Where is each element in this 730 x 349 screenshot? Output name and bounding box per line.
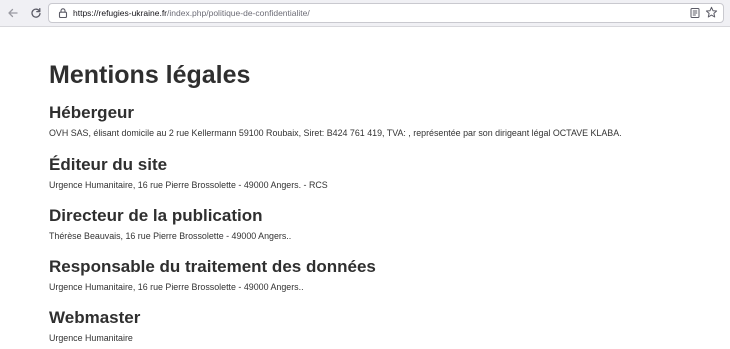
- section-heading: Webmaster: [49, 308, 141, 327]
- section-directeur: Directeur de la publication Thérèse Beau…: [49, 206, 291, 242]
- star-icon[interactable]: [705, 6, 718, 19]
- reload-button[interactable]: [27, 4, 45, 22]
- section-text: OVH SAS, élisant domicile au 2 rue Kelle…: [49, 128, 622, 138]
- arrow-left-icon: [8, 8, 18, 18]
- section-responsable: Responsable du traitement des données Ur…: [49, 257, 376, 293]
- section-heading: Directeur de la publication: [49, 206, 263, 225]
- section-heading: Hébergeur: [49, 103, 135, 122]
- reader-view-icon[interactable]: [689, 7, 701, 19]
- url-domain: https://refugies-ukraine.fr: [73, 8, 168, 18]
- url-text[interactable]: https://refugies-ukraine.fr/index.php/po…: [73, 7, 310, 19]
- section-text: Urgence Humanitaire, 16 rue Pierre Bross…: [49, 282, 304, 292]
- lock-icon[interactable]: [57, 7, 69, 19]
- section-heading: Éditeur du site: [49, 155, 168, 174]
- browser-toolbar: https://refugies-ukraine.fr/index.php/po…: [0, 0, 730, 27]
- address-bar[interactable]: https://refugies-ukraine.fr/index.php/po…: [48, 3, 724, 23]
- section-text: Thérèse Beauvais, 16 rue Pierre Brossole…: [49, 231, 292, 241]
- page-content: Mentions légales Hébergeur OVH SAS, élis…: [49, 60, 719, 343]
- back-button[interactable]: [4, 4, 22, 22]
- section-webmaster: Webmaster Urgence Humanitaire: [49, 308, 140, 344]
- section-editeur: Éditeur du site Urgence Humanitaire, 16 …: [49, 155, 328, 191]
- section-hebergeur: Hébergeur OVH SAS, élisant domicile au 2…: [49, 103, 622, 139]
- section-heading: Responsable du traitement des données: [49, 257, 376, 276]
- reload-icon: [31, 7, 41, 18]
- page-title: Mentions légales: [49, 61, 251, 89]
- url-path: /index.php/politique-de-confidentialite/: [167, 8, 310, 18]
- section-text: Urgence Humanitaire: [49, 333, 133, 343]
- section-text: Urgence Humanitaire, 16 rue Pierre Bross…: [49, 180, 328, 190]
